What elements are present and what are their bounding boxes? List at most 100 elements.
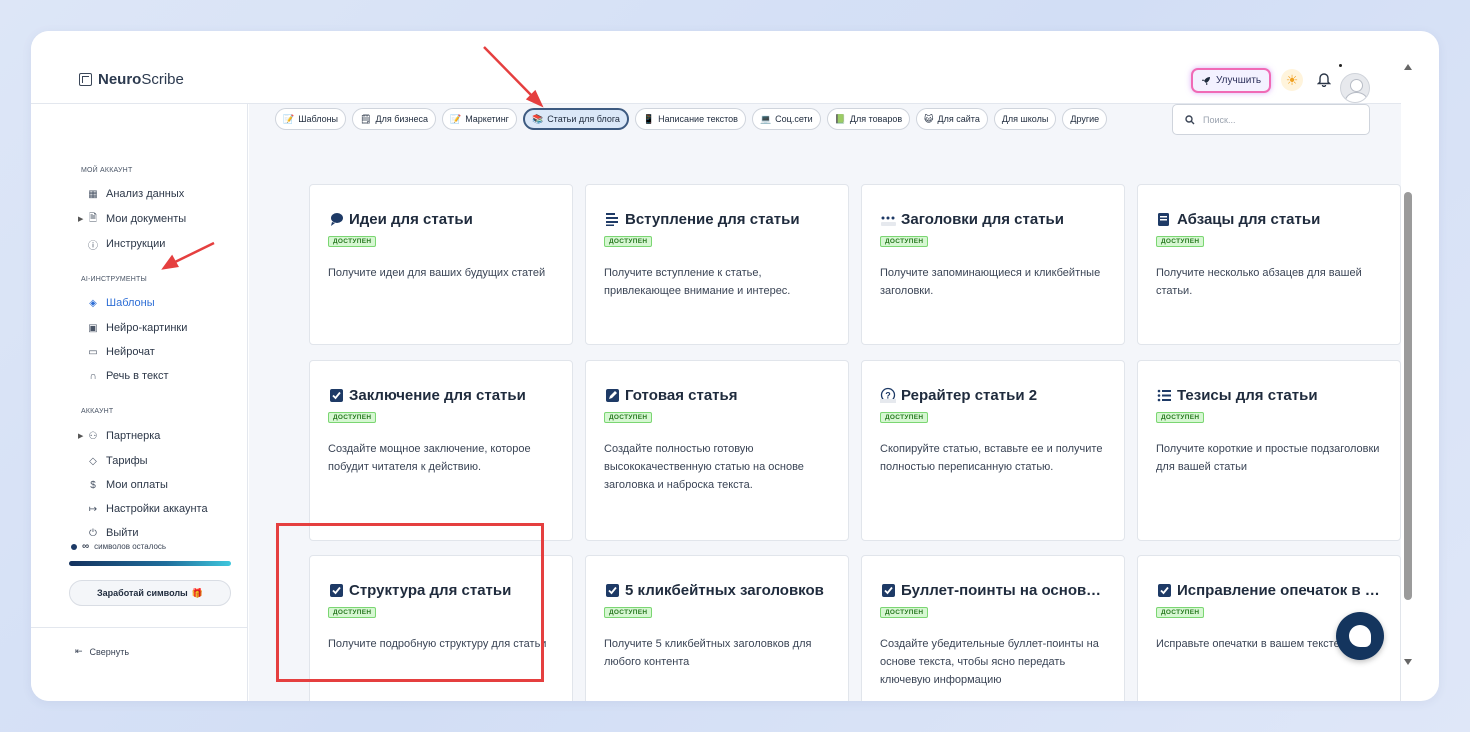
sidebar-item-label: Мои документы [106,213,187,225]
template-card[interactable]: Идеи для статьи ДОСТУПЕН Получите идеи для… [309,184,573,345]
sidebar-item-tariffs[interactable]: ◇ Тарифы [87,452,148,470]
template-card[interactable]: Тезисы для статьи ДОСТУПЕН Получите коротк… [1137,360,1401,541]
card-title: Заголовки для статьи [901,210,1064,228]
card-title: Структура для статьи [349,581,512,599]
tab-label: Другие [1070,114,1100,124]
upgrade-button[interactable]: Улучшить [1191,68,1272,93]
checkbox-icon [1156,582,1172,598]
tab-5[interactable]: 💻 Соц.сети [751,108,821,130]
avatar[interactable] [1340,73,1370,103]
tab-9[interactable]: Другие [1062,108,1108,130]
template-card[interactable]: ? Рерайтер статьи 2 ДОСТУПЕН Скопируйте ста… [861,360,1125,541]
card-title-row: Тезисы для статьи [1156,384,1382,406]
card-title-row: Исправление опечаток в тексте [1156,579,1382,601]
tab-emoji-icon: 💻 [759,113,772,124]
tab-3[interactable]: 📚 Статьи для блога [522,108,629,130]
card-description: Создайте полностью готовую высококачеств… [604,443,804,491]
power-icon: ⏻ [89,527,97,539]
card-description: Скопируйте статью, вставьте ее и получит… [880,443,1103,473]
sidebar-item-speech-to-text[interactable]: ∩ Речь в текст [87,367,168,385]
tab-0[interactable]: 📝 Шаблоны [275,108,347,130]
card-title-row: Заголовки для статьи [880,208,1106,230]
grid-icon: ▦ [88,188,98,200]
sidebar-item-label: Партнерка [106,430,161,442]
sidebar-item-templates[interactable]: ◈ Шаблоны [87,294,155,312]
headphones-icon: ∩ [89,370,97,382]
template-card[interactable]: Заголовки для статьи ДОСТУПЕН Получите зап… [861,184,1125,345]
users-icon: ⚇ [88,430,98,442]
sidebar-item-partners[interactable]: ⚇ Партнерка [87,427,161,445]
sidebar-item-label: Нейро-картинки [106,322,188,334]
template-card[interactable]: Абзацы для статьи ДОСТУПЕН Получите нескол… [1137,184,1401,345]
card-description: Получите короткие и простые подзаголовки… [1156,443,1380,473]
tab-6[interactable]: 📗 Для товаров [826,108,911,130]
logo-icon [79,73,92,86]
template-card[interactable]: Вступление для статьи ДОСТУПЕН Получите вс… [585,184,849,345]
sidebar-item-label: Нейрочат [106,346,155,358]
template-card[interactable]: Буллет-поинты на основе текста ДОСТУПЕН Со… [861,555,1125,701]
collapse-label: Свернуть [89,646,130,657]
scrollbar-thumb[interactable] [1404,192,1412,600]
sidebar-item-logout[interactable]: ⏻ Выйти [87,524,139,542]
card-title-row: Абзацы для статьи [1156,208,1382,230]
sidebar-section-account: АККАУНТ [81,408,114,415]
text-lines-icon [604,211,620,227]
vertical-scrollbar[interactable] [1402,61,1414,671]
checkbox-icon [604,582,620,598]
collapse-icon: ⇤ [75,646,83,656]
status-badge: ДОСТУПЕН [328,607,377,618]
upgrade-label: Улучшить [1216,75,1262,86]
tab-8[interactable]: Для школы [993,108,1057,130]
scroll-down-arrow-icon[interactable] [1404,659,1412,665]
sidebar-item-neuro-images[interactable]: ▣ Нейро-картинки [87,319,187,337]
status-badge: ДОСТУПЕН [880,607,929,618]
status-badge: ДОСТУПЕН [604,412,653,423]
tab-label: Для бизнеса [375,114,428,124]
card-title: Абзацы для статьи [1177,210,1321,228]
logo-text-light: Scribe [141,71,184,88]
sidebar-item-label: Тарифы [106,455,148,467]
expand-caret-icon[interactable]: ▶ [78,215,83,223]
template-card[interactable]: 5 кликбейтных заголовков ДОСТУПЕН Получите… [585,555,849,701]
expand-caret-icon[interactable]: ▶ [78,432,83,440]
sidebar-item-neurochat[interactable]: ▭ Нейрочат [87,343,155,361]
sidebar-item-payments[interactable]: $ Мои оплаты [87,476,168,494]
sidebar-item-account-settings[interactable]: ↦ Настройки аккаунта [87,500,208,518]
logo[interactable]: NeuroScribe [79,71,184,88]
support-chat-button[interactable] [1336,612,1384,660]
template-card[interactable]: Заключение для статьи ДОСТУПЕН Создайте мо… [309,360,573,541]
sidebar-item-instructions[interactable]: ⓘ Инструкции [87,235,165,253]
search-box[interactable] [1172,104,1370,135]
theme-toggle[interactable]: ☀ [1281,69,1303,91]
sidebar-item-label: Настройки аккаунта [106,503,208,515]
sidebar-item-my-documents[interactable]: 🗎 Мои документы [87,210,186,228]
notifications-button[interactable] [1315,69,1333,89]
category-tabs: 📝 Шаблоны 🗒 Для бизнеса 📝 Маркетинг 📚 Статьи дл… [275,108,1108,130]
tab-label: Маркетинг [465,114,509,124]
template-card[interactable]: Готовая статья ДОСТУПЕН Создайте полностью… [585,360,849,541]
card-title: Заключение для статьи [349,386,526,404]
pencil-icon [604,387,620,403]
sidebar-item-label: Мои оплаты [106,479,168,491]
sidebar-item-data-analysis[interactable]: ▦ Анализ данных [87,185,184,203]
tab-label: Для школы [1001,114,1049,124]
sun-icon: ☀ [1285,71,1299,88]
tab-7[interactable]: 😺 Для сайта [916,108,988,130]
collapse-sidebar-button[interactable]: ⇤ Свернуть [75,646,129,657]
earn-credits-button[interactable]: Заработай символы 🎁 [69,580,231,606]
tab-2[interactable]: 📝 Маркетинг [441,108,517,130]
tab-1[interactable]: 🗒 Для бизнеса [352,108,436,130]
top-header: NeuroScribe Улучшить ☀ [31,31,1401,104]
card-description: Получите вступление к статье, привлекающ… [604,267,791,297]
sidebar: МОЙ АККАУНТ ▦ Анализ данных ▶ 🗎 Мои докуме… [31,104,248,701]
search-input[interactable] [1203,114,1353,125]
template-card[interactable]: Структура для статьи ДОСТУПЕН Получите под… [309,555,573,701]
search-icon [1185,114,1195,124]
tab-4[interactable]: 📱 Написание текстов [634,108,746,130]
card-title-row: Заключение для статьи [328,384,554,406]
tab-label: Соц.сети [775,114,813,124]
status-badge: ДОСТУПЕН [604,236,653,247]
tag-icon: ◇ [89,455,97,467]
tab-label: Написание текстов [658,114,738,124]
scroll-up-arrow-icon[interactable] [1404,64,1412,70]
